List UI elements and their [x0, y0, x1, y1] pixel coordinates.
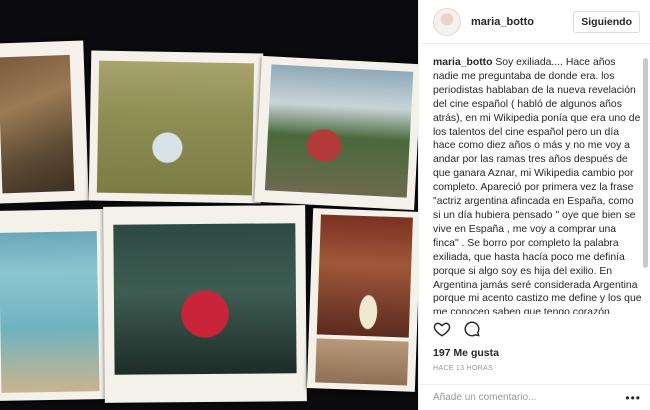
caption-text: Soy exiliada.... Hace años nadie me preg…: [433, 57, 642, 314]
post-header: maria_botto Siguiendo: [419, 0, 650, 44]
following-button[interactable]: Siguiendo: [573, 10, 640, 33]
likes-count[interactable]: 197 Me gusta: [433, 347, 499, 359]
instagram-post: maria_botto Siguiendo maria_botto Soy ex…: [0, 0, 650, 410]
post-timestamp: HACE 13 HORAS: [433, 365, 493, 372]
polaroid-birthday-cake: [306, 208, 418, 392]
avatar[interactable]: [433, 7, 461, 36]
post-photo[interactable]: [0, 0, 418, 410]
polaroid-woman-child: [254, 55, 418, 211]
speech-bubble-icon[interactable]: [463, 320, 481, 338]
polaroid-man-outdoors: [0, 40, 89, 204]
header-username[interactable]: maria_botto: [471, 16, 573, 28]
action-bar: [433, 320, 481, 338]
caption-scrollbar[interactable]: [643, 58, 648, 268]
comment-bar: •••: [419, 384, 650, 410]
polaroid-baby-bath: [88, 50, 264, 204]
post-sidebar: maria_botto Siguiendo maria_botto Soy ex…: [418, 0, 650, 410]
polaroid-child-red-dress: [103, 205, 307, 403]
polaroid-pool: [0, 209, 108, 401]
ellipsis-icon[interactable]: •••: [625, 391, 641, 405]
caption-username[interactable]: maria_botto: [433, 57, 492, 68]
comment-input[interactable]: [433, 392, 626, 403]
heart-outline-icon[interactable]: [433, 320, 451, 338]
post-caption: maria_botto Soy exiliada.... Hace años n…: [433, 56, 643, 314]
